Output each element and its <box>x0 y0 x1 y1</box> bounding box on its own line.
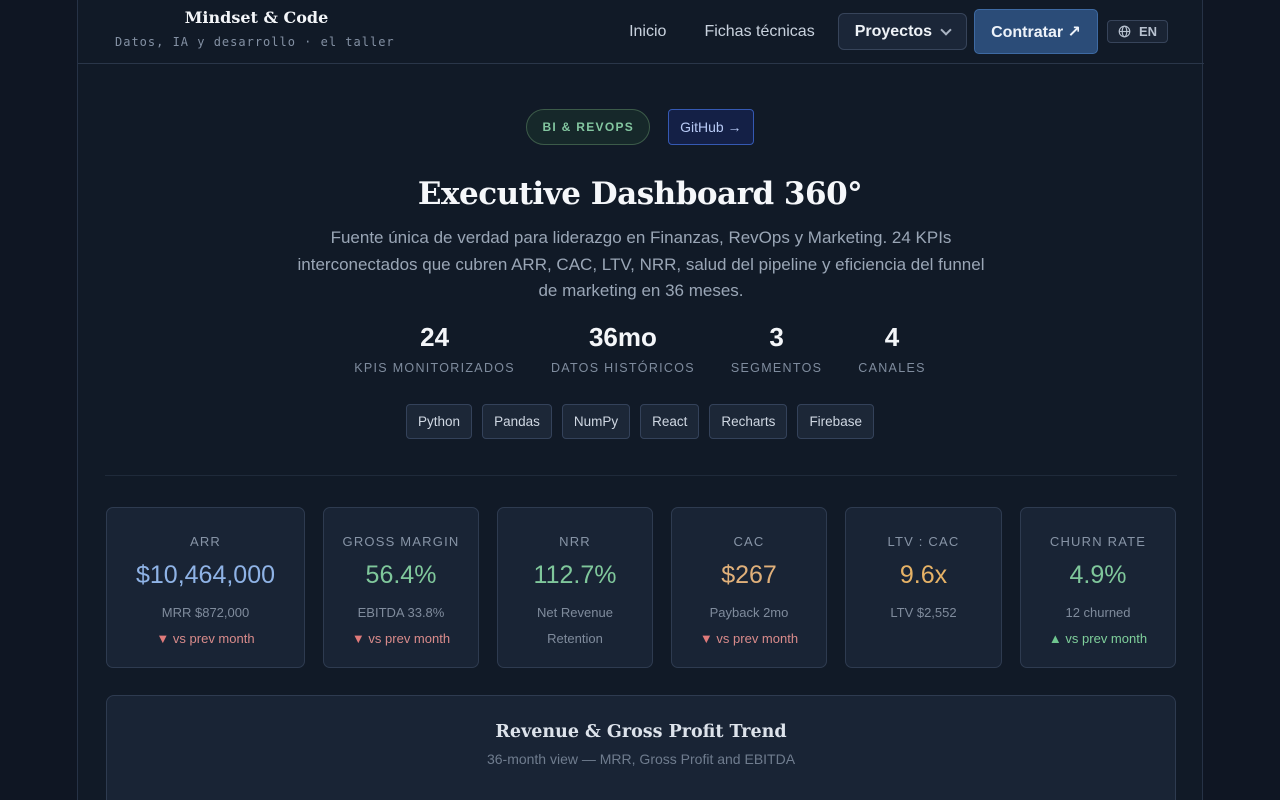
stat-label: CANALES <box>858 361 926 375</box>
github-link[interactable]: GitHub → <box>668 109 754 145</box>
page-description: Fuente única de verdad para liderazgo en… <box>297 228 985 300</box>
trend-down-icon: ▼ <box>699 631 713 646</box>
kpi-label: CAC <box>733 534 765 549</box>
kpi-card-ltv-cac: LTV : CAC 9.6x LTV $2,552 <box>845 507 1002 668</box>
kpi-delta-text: vs prev month <box>716 631 799 646</box>
stat-value: 3 <box>769 322 784 352</box>
kpi-label: NRR <box>559 534 591 549</box>
kpi-subtext: Payback 2mo <box>709 605 789 620</box>
stat-value: 4 <box>884 322 900 352</box>
kpi-card-gross-margin: GROSS MARGIN 56.4% EBITDA 33.8% ▼ vs pre… <box>323 507 479 668</box>
nav-link-fichas[interactable]: Fichas técnicas <box>704 23 814 41</box>
page-frame: Mindset & Code Datos, IA y desarrollo · … <box>77 0 1204 800</box>
stat-history: 36mo DATOS HISTÓRICOS <box>551 322 695 375</box>
kpi-subtext-line1: Net Revenue <box>537 605 613 620</box>
kpi-subtext: 12 churned <box>1065 605 1131 620</box>
projects-dropdown-button[interactable]: Proyectos <box>837 13 968 50</box>
kpi-value: $267 <box>721 561 777 589</box>
globe-icon <box>1118 25 1131 38</box>
kpi-delta-text: vs prev month <box>172 631 255 646</box>
stat-channels: 4 CANALES <box>858 322 925 375</box>
kpi-label: LTV : CAC <box>887 534 960 549</box>
brand[interactable]: Mindset & Code Datos, IA y desarrollo · … <box>115 8 405 49</box>
kpi-delta: ▼ vs prev month <box>107 626 304 652</box>
kpi-subtext: LTV $2,552 <box>890 605 957 620</box>
stat-label: SEGMENTOS <box>730 361 823 375</box>
tech-stack: Python Pandas NumPy React Recharts Fireb… <box>78 404 1202 439</box>
trend-down-icon: ▼ <box>351 631 365 646</box>
kpi-label: CHURN RATE <box>1049 534 1147 549</box>
language-switch[interactable]: EN <box>1106 20 1168 43</box>
tech-tag: Pandas <box>482 404 552 439</box>
trend-down-icon: ▼ <box>156 631 170 646</box>
kpi-subtext: MRR $872,000 <box>161 605 250 620</box>
kpi-card-arr: ARR $10,464,000 MRR $872,000 ▼ vs prev m… <box>106 507 305 668</box>
projects-label: Proyectos <box>854 22 933 40</box>
kpi-card-cac: CAC $267 Payback 2mo ▼ vs prev month <box>671 507 827 668</box>
kpi-subtext: EBITDA 33.8% <box>357 605 445 620</box>
kpi-value: $10,464,000 <box>135 561 276 589</box>
brand-subtitle: Datos, IA y desarrollo · el taller <box>115 35 395 49</box>
kpi-cards: ARR $10,464,000 MRR $872,000 ▼ vs prev m… <box>106 507 1176 668</box>
kpi-subtext-line2: Retention <box>547 631 603 646</box>
tech-tag: React <box>640 404 700 439</box>
stat-value: 36mo <box>588 322 657 352</box>
site-header: Mindset & Code Datos, IA y desarrollo · … <box>78 0 1204 64</box>
nav-link-inicio[interactable]: Inicio <box>629 23 666 41</box>
kpi-delta-text: vs prev month <box>1065 631 1148 646</box>
hero-badges: BI & REVOPS GitHub → <box>78 109 1202 145</box>
trend-up-icon: ▲ <box>1048 631 1062 646</box>
page-title: Executive Dashboard 360° <box>417 176 863 212</box>
tech-tag: NumPy <box>561 404 631 439</box>
stat-label: DATOS HISTÓRICOS <box>550 361 695 375</box>
language-label: EN <box>1138 24 1157 39</box>
stat-segments: 3 SEGMENTOS <box>731 322 822 375</box>
panel-subtitle: 36-month view — MRR, Gross Profit and EB… <box>486 751 796 767</box>
tech-tag: Firebase <box>797 404 874 439</box>
kpi-card-churn: CHURN RATE 4.9% 12 churned ▲ vs prev mon… <box>1020 507 1176 668</box>
kpi-value: 9.6x <box>899 561 948 589</box>
kpi-value: 112.7% <box>533 561 617 589</box>
kpi-delta: ▼ vs prev month <box>672 626 826 652</box>
main-nav: Inicio Fichas técnicas Proyectos Contrat… <box>629 9 1168 54</box>
stat-label: KPIS MONITORIZADOS <box>354 361 515 375</box>
kpi-value: 4.9% <box>1069 561 1127 589</box>
kpi-value: 56.4% <box>365 561 437 589</box>
chevron-down-icon <box>940 23 952 36</box>
stat-kpis: 24 KPIS MONITORIZADOS <box>354 322 515 375</box>
revenue-chart-panel: Revenue & Gross Profit Trend 36-month vi… <box>106 695 1176 800</box>
kpi-subtext: Net Revenue Retention <box>498 600 652 652</box>
category-badge: BI & REVOPS <box>526 109 651 145</box>
tech-tag: Python <box>406 404 473 439</box>
kpi-card-nrr: NRR 112.7% Net Revenue Retention <box>497 507 653 668</box>
kpi-delta-text: vs prev month <box>368 631 451 646</box>
kpi-delta: ▼ vs prev month <box>324 626 478 652</box>
tech-tag: Recharts <box>709 404 788 439</box>
kpi-label: GROSS MARGIN <box>342 534 460 549</box>
panel-title: Revenue & Gross Profit Trend <box>495 722 787 742</box>
brand-title[interactable]: Mindset & Code <box>115 8 398 27</box>
kpi-label: ARR <box>189 534 222 549</box>
kpi-delta: ▲ vs prev month <box>1021 626 1175 652</box>
section-divider <box>105 475 1177 476</box>
hire-button[interactable]: Contratar ↗ <box>974 9 1098 54</box>
stats-row: 24 KPIS MONITORIZADOS 36mo DATOS HISTÓRI… <box>78 322 1202 375</box>
stat-value: 24 <box>420 322 450 352</box>
